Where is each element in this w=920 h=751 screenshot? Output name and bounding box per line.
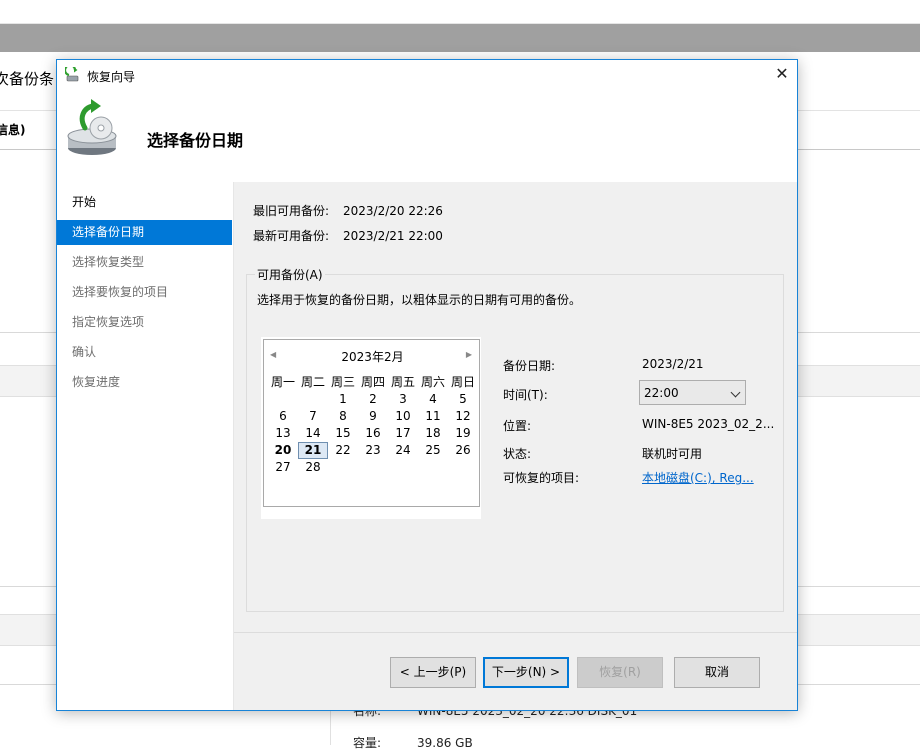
calendar-day[interactable]: 16 bbox=[358, 425, 388, 442]
oldest-backup-row: 最旧可用备份: 2023/2/20 22:26 bbox=[253, 202, 443, 219]
page-title: 选择备份日期 bbox=[147, 131, 244, 150]
background-detail-row: 容量: 39.86 GB bbox=[353, 736, 473, 750]
calendar-blank-cell bbox=[298, 391, 328, 408]
calendar-blank-cell bbox=[268, 391, 298, 408]
backup-date-value: 2023/2/21 bbox=[642, 357, 704, 371]
calendar-day[interactable]: 18 bbox=[418, 425, 448, 442]
calendar-day[interactable]: 21 bbox=[298, 442, 328, 459]
time-dropdown[interactable]: 22:00 bbox=[639, 380, 746, 405]
calendar-day[interactable]: 6 bbox=[268, 408, 298, 425]
step-recovery-options: 指定恢复选项 bbox=[72, 315, 145, 329]
wizard-footer: < 上一步(P) 下一步(N) > 恢复(R) 取消 bbox=[234, 632, 797, 710]
calendar-day[interactable]: 12 bbox=[448, 408, 478, 425]
step-select-recovery-type: 选择恢复类型 bbox=[72, 255, 145, 269]
location-value: WIN-8E5 2023_02_2... bbox=[642, 417, 775, 431]
calendar-weekday-header: 周三 bbox=[330, 375, 355, 389]
calendar-day[interactable]: 7 bbox=[298, 408, 328, 425]
calendar-day[interactable]: 13 bbox=[268, 425, 298, 442]
status-value: 联机时可用 bbox=[642, 447, 703, 461]
calendar-day[interactable]: 24 bbox=[388, 442, 418, 459]
oldest-backup-label: 最旧可用备份: bbox=[253, 204, 330, 218]
newest-backup-value: 2023/2/21 22:00 bbox=[343, 229, 443, 243]
calendar-day[interactable]: 17 bbox=[388, 425, 418, 442]
calendar-day[interactable]: 11 bbox=[418, 408, 448, 425]
step-select-backup-date[interactable]: 选择备份日期 bbox=[57, 220, 232, 245]
close-icon: ✕ bbox=[775, 64, 789, 83]
step-select-items: 选择要恢复的项目 bbox=[72, 285, 169, 299]
background-toolbar bbox=[0, 24, 920, 52]
close-button[interactable]: ✕ bbox=[767, 60, 797, 90]
backup-app-icon bbox=[65, 67, 79, 82]
wizard-header: 选择备份日期 bbox=[57, 90, 797, 182]
calendar-day[interactable]: 9 bbox=[358, 408, 388, 425]
oldest-backup-value: 2023/2/20 22:26 bbox=[343, 204, 443, 218]
backup-restore-icon bbox=[67, 99, 117, 155]
calendar-day[interactable]: 10 bbox=[388, 408, 418, 425]
dialog-titlebar[interactable]: 恢复向导 ✕ bbox=[57, 60, 797, 90]
wizard-steps: 开始 选择备份日期 选择恢复类型 选择要恢复的项目 指定恢复选项 确认 恢复进度 bbox=[57, 182, 233, 710]
available-backups-description: 选择用于恢复的备份日期，以粗体显示的日期有可用的备份。 bbox=[257, 293, 582, 307]
calendar-day[interactable]: 20 bbox=[268, 442, 298, 459]
recover-button: 恢复(R) bbox=[577, 657, 663, 688]
background-top-strip bbox=[0, 0, 920, 24]
calendar-weekday-header: 周日 bbox=[450, 375, 475, 389]
calendar-day[interactable]: 26 bbox=[448, 442, 478, 459]
back-button[interactable]: < 上一步(P) bbox=[390, 657, 476, 688]
backup-calendar[interactable]: ◀ 2023年2月 ▶ 周一 周二 周三 周四 周五 周六 周日 1 2 3 4 5 6 7 8 9 10 11 1… bbox=[263, 339, 480, 507]
step-confirm: 确认 bbox=[72, 345, 97, 359]
calendar-weekday-header: 周五 bbox=[390, 375, 415, 389]
calendar-day[interactable]: 28 bbox=[298, 459, 328, 476]
calendar-day[interactable]: 2 bbox=[358, 391, 388, 408]
chevron-down-icon bbox=[730, 387, 741, 398]
calendar-weekday-header: 周一 bbox=[270, 375, 295, 389]
backup-date-label: 备份日期: bbox=[503, 359, 556, 373]
cancel-button[interactable]: 取消 bbox=[674, 657, 760, 688]
step-recovery-progress: 恢复进度 bbox=[72, 375, 121, 389]
calendar-day[interactable]: 25 bbox=[418, 442, 448, 459]
calendar-month-label: 2023年2月 bbox=[341, 350, 404, 364]
recoverable-items-label: 可恢复的项目: bbox=[503, 471, 580, 485]
calendar-day[interactable]: 5 bbox=[448, 391, 478, 408]
calendar-day[interactable]: 4 bbox=[418, 391, 448, 408]
calendar-grid: 周一 周二 周三 周四 周五 周六 周日 1 2 3 4 5 6 7 8 9 10 11 12 13 14 15 16 17 1… bbox=[268, 374, 478, 476]
calendar-day[interactable]: 27 bbox=[268, 459, 298, 476]
calendar-frame: ◀ 2023年2月 ▶ 周一 周二 周三 周四 周五 周六 周日 1 2 3 4 5 6 7 8 9 10 11 1… bbox=[261, 337, 481, 519]
next-month-icon[interactable]: ▶ bbox=[466, 350, 472, 359]
calendar-day[interactable]: 22 bbox=[328, 442, 358, 459]
background-title: 次备份条 bbox=[0, 70, 55, 88]
calendar-day[interactable]: 3 bbox=[388, 391, 418, 408]
background-header-label: 信息) bbox=[0, 123, 26, 137]
calendar-day[interactable]: 8 bbox=[328, 408, 358, 425]
time-label: 时间(T): bbox=[503, 388, 548, 402]
newest-backup-label: 最新可用备份: bbox=[253, 229, 330, 243]
wizard-content: 最旧可用备份: 2023/2/20 22:26 最新可用备份: 2023/2/21 … bbox=[234, 182, 797, 632]
calendar-weekday-header: 周四 bbox=[360, 375, 385, 389]
available-backups-group: 可用备份(A) 选择用于恢复的备份日期，以粗体显示的日期有可用的备份。 ◀ 20… bbox=[246, 266, 784, 612]
calendar-weekday-header: 周二 bbox=[300, 375, 325, 389]
available-backups-title: 可用备份(A) bbox=[255, 266, 325, 283]
calendar-day[interactable]: 19 bbox=[448, 425, 478, 442]
step-start[interactable]: 开始 bbox=[57, 190, 232, 215]
recoverable-items-link[interactable]: 本地磁盘(C:), Reg... bbox=[642, 469, 754, 486]
calendar-weekday-header: 周六 bbox=[420, 375, 445, 389]
calendar-day[interactable]: 15 bbox=[328, 425, 358, 442]
calendar-day[interactable]: 14 bbox=[298, 425, 328, 442]
newest-backup-row: 最新可用备份: 2023/2/21 22:00 bbox=[253, 227, 443, 244]
location-label: 位置: bbox=[503, 419, 532, 433]
calendar-day[interactable]: 23 bbox=[358, 442, 388, 459]
recovery-wizard-dialog: 恢复向导 ✕ 选择备份日期 开始 选择备份日期 选择恢复类型 选择要恢复的项目 … bbox=[56, 59, 798, 711]
next-button[interactable]: 下一步(N) > bbox=[483, 657, 569, 688]
status-label: 状态: bbox=[503, 447, 532, 461]
time-dropdown-value: 22:00 bbox=[644, 386, 679, 400]
dialog-title: 恢复向导 bbox=[87, 70, 136, 84]
calendar-day[interactable]: 1 bbox=[328, 391, 358, 408]
